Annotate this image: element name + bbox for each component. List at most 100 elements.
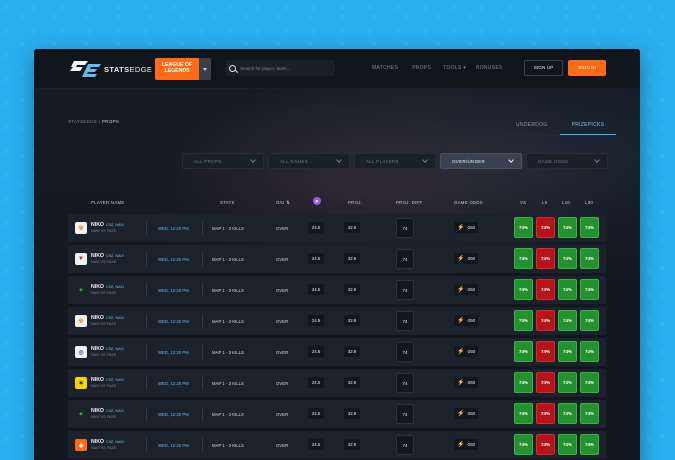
hit-rate-vs[interactable]: 74% [514, 434, 533, 455]
bolt-icon: ⚡ [456, 348, 465, 355]
hit-rate-vs[interactable]: 74% [514, 372, 533, 393]
filter-over-under[interactable]: OVER/UNDER [440, 153, 522, 169]
hit-rate-l10[interactable]: 74% [558, 279, 577, 300]
hit-rate-vs[interactable]: 74% [514, 248, 533, 269]
player-name[interactable]: NIKO C9Z, NAVI [91, 346, 124, 352]
brand-name: STATSEDGE [104, 64, 153, 74]
projection-diff: 74 [396, 342, 414, 362]
nav-tools[interactable]: TOOLS ▾ [443, 65, 466, 71]
bolt-icon: ⚡ [456, 410, 465, 417]
stat-type: MAP 1 - 3 KILLS [212, 412, 244, 417]
table-row[interactable]: ◆ NIKO C9Z, NAVI NAVI VS FAZE WED, 12:20 … [68, 431, 606, 459]
chevron-down-icon [594, 157, 600, 163]
filter-games[interactable]: ALL GAMES [268, 153, 350, 169]
hit-rate-l30[interactable]: 74% [580, 279, 599, 300]
player-name[interactable]: NIKO C9Z, NAVI [91, 439, 124, 445]
table-row[interactable]: ☢ NIKO C9Z, NAVI NAVI VS FAZE WED, 12:20 … [68, 214, 606, 242]
hit-rate-l5[interactable]: 74% [536, 341, 555, 362]
player-name[interactable]: NIKO C9Z, NAVI [91, 284, 124, 290]
col-ou[interactable]: O/U ⇅ [276, 200, 290, 206]
hit-rate-l10[interactable]: 74% [558, 310, 577, 331]
col-game-odds[interactable]: GAME ODDS [454, 200, 483, 205]
player-match: NAVI VS FAZE [91, 415, 117, 419]
nav-bonuses[interactable]: BONUSES [476, 65, 503, 71]
hit-rate-l5[interactable]: 74% [536, 372, 555, 393]
hit-rate-l5[interactable]: 74% [536, 310, 555, 331]
player-name[interactable]: NIKO C9Z, NAVI [91, 377, 124, 383]
player-name[interactable]: NIKO C9Z, NAVI [91, 408, 124, 414]
search-icon [229, 64, 236, 72]
table-row[interactable]: ☢ NIKO C9Z, NAVI NAVI VS FAZE WED, 12:20 … [68, 307, 606, 335]
hit-rate-l30[interactable]: 74% [580, 372, 599, 393]
player-match: NAVI VS FAZE [91, 260, 117, 264]
player-match: NAVI VS FAZE [91, 446, 117, 450]
hit-rate-vs[interactable]: 74% [514, 403, 533, 424]
col-proj[interactable]: PROJ. [348, 200, 362, 205]
hit-rate-vs[interactable]: 74% [514, 279, 533, 300]
hit-rate-l10[interactable]: 74% [558, 217, 577, 238]
table-row[interactable]: ◎ NIKO C9Z, NAVI NAVI VS FAZE WED, 12:20 … [68, 338, 606, 366]
prizepicks-line: 24.5 [308, 253, 324, 264]
hit-rate-l30[interactable]: 74% [580, 310, 599, 331]
hit-rate-l30[interactable]: 74% [580, 341, 599, 362]
nav-matches[interactable]: MATCHES [372, 65, 398, 71]
col-vs[interactable]: VS [520, 200, 526, 205]
col-l10[interactable]: L10 [562, 200, 570, 205]
statsedge-logo[interactable]: STATSEDGE [68, 60, 152, 78]
hit-rate-l5[interactable]: 74% [536, 434, 555, 455]
sign-in-button[interactable]: SIGN IN [568, 60, 606, 76]
col-l5[interactable]: L5 [542, 200, 547, 205]
hit-rate-l10[interactable]: 74% [558, 434, 577, 455]
hit-rate-l5[interactable]: 74% [536, 403, 555, 424]
col-proj-diff[interactable]: PROJ. DIFF [396, 200, 422, 205]
table-row[interactable]: ▼ NIKO C9Z, NAVI NAVI VS FAZE WED, 12:20 … [68, 245, 606, 273]
top-navbar: STATSEDGE LEAGUE OF LEGENDS Search for p… [34, 49, 640, 89]
search-input[interactable]: Search for player, team... [225, 60, 335, 76]
divider [202, 407, 203, 421]
table-row[interactable]: ✦ NIKO C9Z, NAVI NAVI VS FAZE WED, 12:20 … [68, 400, 606, 428]
divider [202, 438, 203, 452]
sign-up-button[interactable]: SIGN UP [524, 60, 563, 76]
player-name[interactable]: NIKO C9Z, NAVI [91, 315, 124, 321]
divider [146, 314, 147, 328]
col-stats[interactable]: STATS [220, 200, 235, 205]
hit-rate-l10[interactable]: 74% [558, 403, 577, 424]
prizepicks-icon: P [313, 197, 321, 205]
filter-props[interactable]: ALL PROPS [182, 153, 264, 169]
hit-rate-l30[interactable]: 74% [580, 403, 599, 424]
hit-rate-l10[interactable]: 74% [558, 341, 577, 362]
hit-rate-l10[interactable]: 74% [558, 248, 577, 269]
divider [146, 252, 147, 266]
tab-prizepicks[interactable]: PRIZEPICKS [559, 122, 617, 135]
filter-players[interactable]: ALL PLAYERS [354, 153, 436, 169]
game-odds: ⚡ -250 [454, 315, 478, 326]
divider [146, 283, 147, 297]
team-logo-icon: ◆ [75, 439, 87, 451]
nav-props[interactable]: PROPS [412, 65, 431, 71]
game-selector[interactable]: LEAGUE OF LEGENDS [155, 58, 211, 80]
hit-rate-vs[interactable]: 74% [514, 217, 533, 238]
hit-rate-l5[interactable]: 74% [536, 217, 555, 238]
col-l30[interactable]: L30 [585, 200, 593, 205]
hit-rate-l30[interactable]: 74% [580, 217, 599, 238]
tab-underdog[interactable]: UNDERDOG [504, 122, 560, 135]
breadcrumb-current: PROPS [101, 119, 120, 124]
player-name[interactable]: NIKO C9Z, NAVI [91, 222, 124, 228]
col-player[interactable]: PLAYER NAME [91, 200, 125, 205]
hit-rate-l10[interactable]: 74% [558, 372, 577, 393]
player-match: NAVI VS FAZE [91, 291, 117, 295]
player-name[interactable]: NIKO C9Z, NAVI [91, 253, 124, 259]
hit-rate-vs[interactable]: 74% [514, 341, 533, 362]
hit-rate-vs[interactable]: 74% [514, 310, 533, 331]
hit-rate-l5[interactable]: 74% [536, 248, 555, 269]
hit-rate-l30[interactable]: 74% [580, 248, 599, 269]
filter-game-odds[interactable]: GAME ODDS [526, 153, 608, 169]
table-row[interactable]: ✶ NIKO C9Z, NAVI NAVI VS FAZE WED, 12:20 … [68, 369, 606, 397]
prizepicks-line: 24.5 [308, 377, 324, 388]
table-row[interactable]: ✦ NIKO C9Z, NAVI NAVI VS FAZE WED, 12:20 … [68, 276, 606, 304]
hit-rate-l5[interactable]: 74% [536, 279, 555, 300]
projection: 32.9 [344, 284, 360, 295]
breadcrumb-root[interactable]: STATSEDGE [68, 119, 97, 124]
chevron-down-icon[interactable] [199, 58, 211, 80]
hit-rate-l30[interactable]: 74% [580, 434, 599, 455]
